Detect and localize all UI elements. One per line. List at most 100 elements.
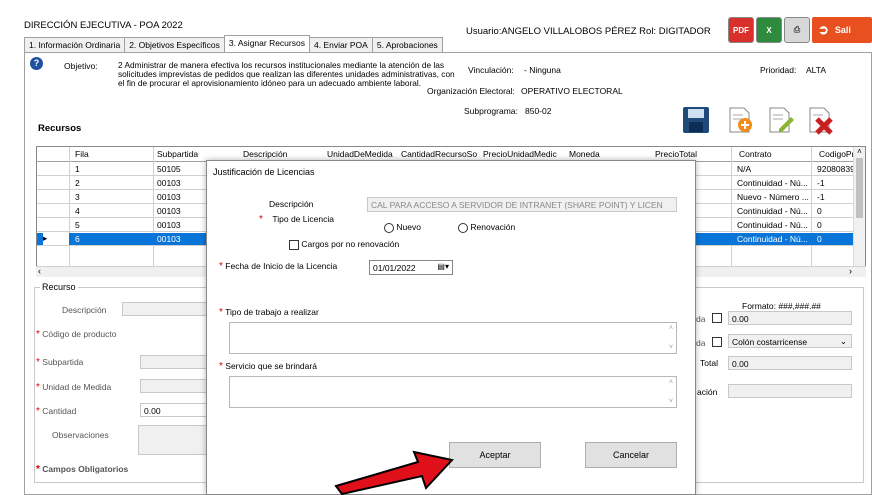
servicio-text: Servicio que se brindará (225, 361, 317, 371)
subpartida-text: Subpartida (42, 357, 84, 367)
cell-codigo: -1 (817, 192, 825, 202)
cell-contrato: Nuevo - Número ... (737, 192, 809, 202)
prioridad-value: ALTA (806, 65, 826, 75)
col-header-contrato[interactable]: Contrato (739, 149, 772, 159)
codigo-producto-label: * Código de producto (36, 329, 117, 340)
trabajo-textarea[interactable]: ˄ ˅ (229, 322, 677, 354)
descripcion-label: Descripción (62, 305, 107, 315)
chevron-down-icon: ⌄ (839, 336, 847, 346)
renovacion-radio[interactable]: Renovación (458, 222, 515, 233)
scroll-left-icon[interactable]: ‹ (38, 266, 41, 276)
edit-document-icon[interactable] (764, 104, 796, 136)
cargos-checkbox-box[interactable] (289, 239, 299, 250)
subprograma-label: Subprograma: (464, 106, 518, 116)
textarea-scroll-up-icon: ˄ (668, 379, 673, 386)
cantidad-text: Cantidad (42, 406, 77, 416)
aceptar-button[interactable]: Aceptar (449, 442, 541, 468)
subpartida-field[interactable] (140, 355, 208, 369)
scroll-right-icon[interactable]: › (849, 266, 852, 276)
tab-enviar-poa[interactable]: 4. Enviar POA (308, 37, 373, 52)
objective-text: 2 Administrar de manera efectiva los rec… (118, 60, 455, 89)
tab-objetivos[interactable]: 2. Objetivos Específicos (124, 37, 225, 52)
calendar-icon[interactable]: ▤▾ (437, 262, 449, 271)
organizacion-label: Organización Electoral: (427, 86, 515, 96)
save-icon[interactable] (680, 104, 712, 136)
right-field2-label: da (696, 338, 706, 348)
total-field[interactable]: 0.00 (728, 356, 852, 370)
col-header-precio-total[interactable]: PrecioTotal (655, 149, 697, 159)
tab-asignar-recursos[interactable]: 3. Asignar Recursos (223, 35, 310, 52)
fecha-label: * Fecha de Inicio de la Licencia (219, 261, 338, 272)
renovacion-label: Renovación (470, 222, 516, 232)
exit-label: Sali (834, 25, 851, 35)
col-header-precio-unidad[interactable]: PrecioUnidadMedic (483, 149, 563, 159)
grid-vertical-scrollbar[interactable]: ˄ (853, 147, 865, 276)
acion-label: ación (697, 387, 718, 397)
fecha-date-picker[interactable]: 01/01/2022 ▤▾ (369, 260, 453, 275)
servicio-textarea[interactable]: ˄ ˅ (229, 376, 677, 408)
cargos-label: Cargos por no renovación (301, 239, 400, 249)
cell-contrato: Continuidad - Nú... (737, 220, 808, 230)
col-header-cantidad[interactable]: CantidadRecursoSo (401, 149, 477, 159)
total-label: Total (700, 358, 718, 368)
red-arrow-icon (334, 450, 454, 495)
add-document-icon[interactable] (724, 104, 756, 136)
right-field1[interactable]: 0.00 (728, 311, 852, 325)
col-header-subpartida[interactable]: Subpartida (157, 149, 198, 159)
cancelar-button[interactable]: Cancelar (585, 442, 677, 468)
right-field2-checkbox[interactable] (712, 337, 722, 347)
nuevo-radio[interactable]: Nuevo (384, 222, 421, 233)
cell-codigo: 0 (817, 234, 822, 244)
right-field1-checkbox[interactable] (712, 313, 722, 323)
subpartida-label: * Subpartida (36, 357, 84, 368)
nuevo-radio-circle[interactable] (384, 222, 394, 233)
organizacion-value: OPERATIVO ELECTORAL (521, 86, 623, 96)
pdf-icon[interactable]: PDF (728, 17, 754, 43)
col-header-unidad[interactable]: UnidadDeMedida (327, 149, 395, 159)
col-header-fila[interactable]: Fila (75, 149, 89, 159)
cantidad-label: * Cantidad (36, 406, 77, 417)
tab-bar: 1. Información Ordinaria 2. Objetivos Es… (24, 35, 443, 52)
renovacion-radio-circle[interactable] (458, 222, 468, 233)
delete-document-icon[interactable] (804, 104, 836, 136)
objective-label: Objetivo: (64, 61, 98, 71)
user-info: Usuario:ANGELO VILLALOBOS PÉREZ Rol: DIG… (466, 26, 711, 37)
col-header-descripcion[interactable]: Descripción (243, 149, 287, 159)
vinculacion-value: - Ninguna (524, 65, 561, 75)
acion-field[interactable] (728, 384, 852, 398)
formato-label: Formato: ###,###.## (742, 301, 821, 311)
cell-fila: 1 (75, 164, 80, 174)
exit-button[interactable]: ➲ Sali (812, 17, 872, 43)
tipo-licencia-text: Tipo de Licencia (272, 214, 334, 224)
dialog-title: Justificación de Licencias (213, 167, 315, 177)
campos-obligatorios-label: * Campos Obligatorios (36, 464, 129, 475)
print-icon[interactable]: ⎙ (784, 17, 810, 43)
moneda-select[interactable]: Colón costarricense ⌄ (728, 334, 852, 348)
observaciones-label: Observaciones (52, 430, 109, 440)
cargos-checkbox[interactable]: Cargos por no renovación (289, 239, 399, 250)
excel-icon[interactable]: X (756, 17, 782, 43)
fecha-value: 01/01/2022 (373, 263, 416, 273)
col-header-moneda[interactable]: Moneda (569, 149, 600, 159)
vinculacion-label: Vinculación: (468, 65, 514, 75)
textarea-scroll-up-icon: ˄ (668, 325, 673, 332)
descripcion-field[interactable] (122, 302, 208, 316)
nuevo-label: Nuevo (396, 222, 421, 232)
tab-aprobaciones[interactable]: 5. Aprobaciones (371, 37, 443, 52)
unidad-field[interactable] (140, 379, 208, 393)
prioridad-label: Prioridad: (760, 65, 797, 75)
scroll-up-icon[interactable]: ˄ (854, 147, 865, 156)
cantidad-field[interactable]: 0.00 (140, 403, 208, 417)
servicio-label: * Servicio que se brindará (219, 361, 317, 372)
cell-fila: 3 (75, 192, 80, 202)
tab-informacion[interactable]: 1. Información Ordinaria (24, 37, 126, 52)
dialog-descripcion-field[interactable]: CAL PARA ACCESO A SERVIDOR DE INTRANET (… (367, 197, 677, 212)
cell-subpartida: 00103 (157, 234, 181, 244)
help-icon[interactable]: ? (30, 57, 43, 70)
cell-fila: 2 (75, 178, 80, 188)
unidad-label: * Unidad de Medida (36, 382, 112, 393)
observaciones-field[interactable] (138, 425, 208, 455)
scroll-thumb[interactable] (856, 158, 863, 218)
section-title: Recursos (38, 123, 82, 134)
cell-contrato: Continuidad - Nú... (737, 178, 808, 188)
